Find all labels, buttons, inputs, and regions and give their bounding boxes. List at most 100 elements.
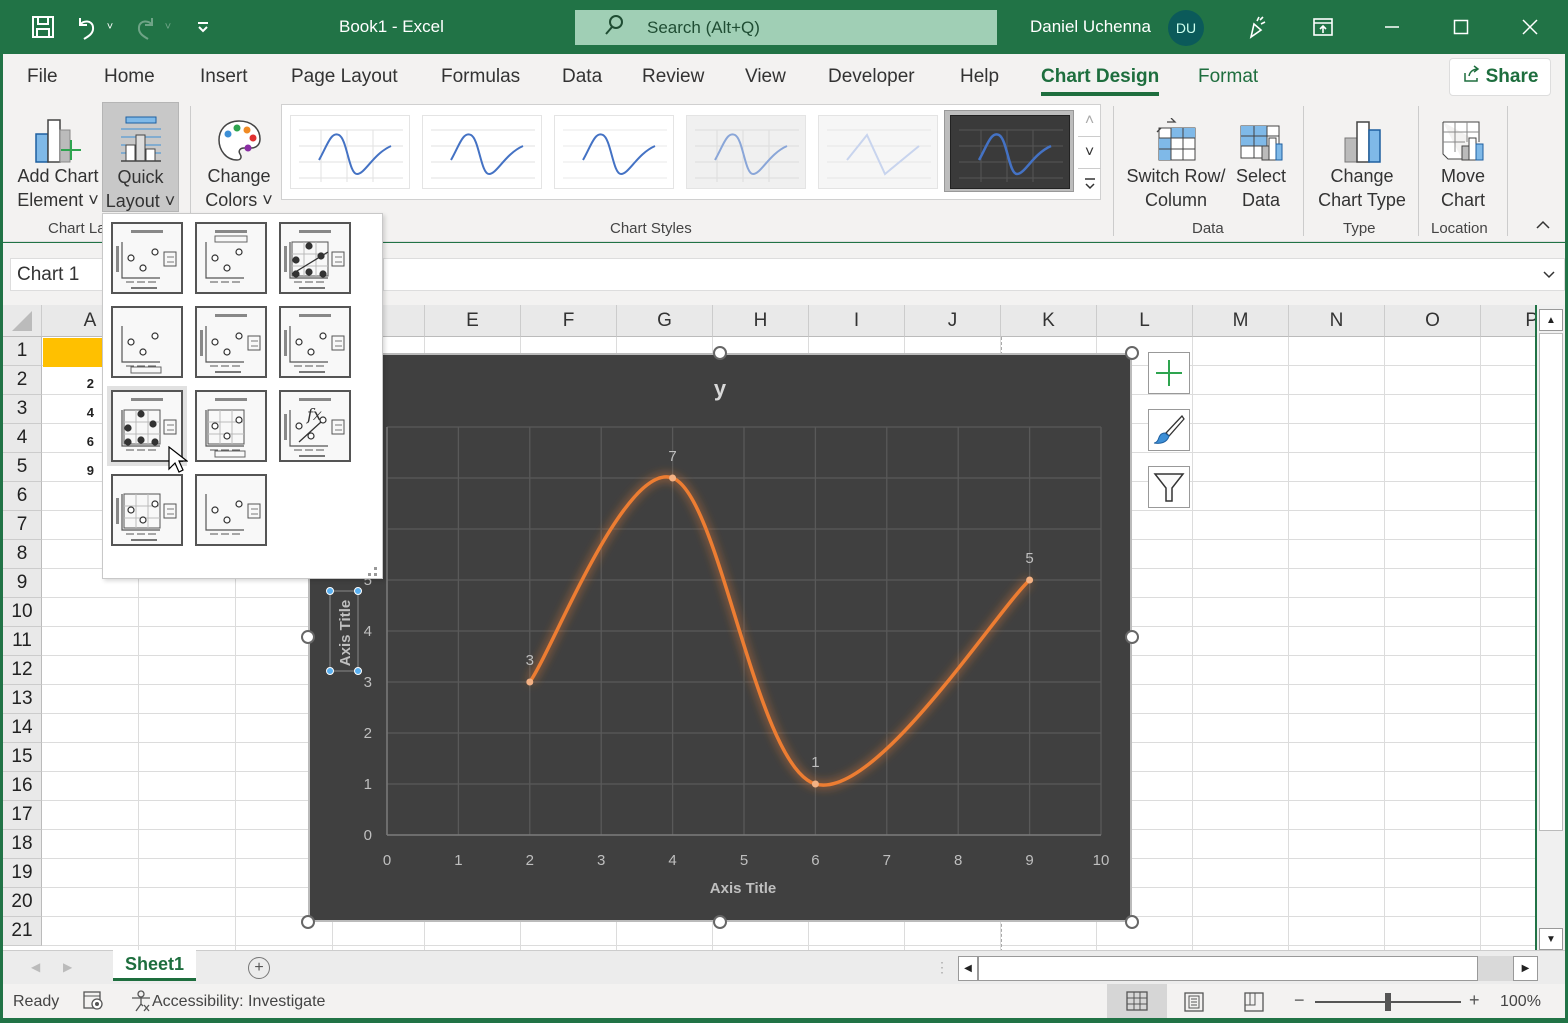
column-header-O[interactable]: O (1385, 305, 1481, 337)
row-header-5[interactable]: 5 (3, 453, 42, 482)
tab-file[interactable]: File (27, 66, 58, 88)
column-header-E[interactable]: E (425, 305, 521, 337)
column-header-H[interactable]: H (713, 305, 809, 337)
resize-handle-se[interactable] (1125, 915, 1139, 929)
chart-style-6[interactable] (950, 115, 1070, 189)
page-break-view-icon[interactable] (1243, 991, 1265, 1018)
scroll-left-icon[interactable]: ◀ (958, 956, 978, 981)
coauthoring-icon[interactable] (1234, 8, 1280, 46)
row-header-6[interactable]: 6 (3, 482, 42, 511)
chart-filters-button[interactable] (1148, 466, 1190, 508)
zoom-in-icon[interactable]: + (1469, 990, 1480, 1011)
row-header-1[interactable]: 1 (3, 337, 42, 366)
tab-help[interactable]: Help (960, 66, 999, 88)
column-header-P[interactable]: P (1481, 305, 1535, 337)
quick-layout-option-10[interactable] (111, 474, 183, 546)
selection-handle[interactable] (354, 587, 362, 595)
quick-layout-option-8[interactable] (195, 390, 267, 462)
row-header-20[interactable]: 20 (3, 888, 42, 917)
chart-title[interactable]: y (714, 376, 727, 401)
data-point[interactable] (1026, 576, 1034, 584)
data-point[interactable] (669, 474, 677, 482)
undo-icon[interactable] (72, 12, 102, 42)
gallery-scroll-up-icon[interactable]: ˄ (1078, 105, 1101, 137)
accessibility-icon[interactable] (130, 990, 152, 1017)
horizontal-scrollbar[interactable]: ◀ ▶ (958, 956, 1538, 981)
column-header-I[interactable]: I (809, 305, 905, 337)
tab-review[interactable]: Review (642, 66, 704, 88)
zoom-slider-thumb[interactable] (1385, 993, 1391, 1011)
row-header-12[interactable]: 12 (3, 656, 42, 685)
chart-style-5[interactable] (818, 115, 938, 189)
avatar[interactable]: DU (1168, 10, 1204, 46)
data-point[interactable] (811, 780, 819, 788)
resize-handle-e[interactable] (1125, 630, 1139, 644)
data-point[interactable] (526, 678, 534, 686)
gallery-expand-icon[interactable] (1078, 169, 1101, 199)
cell-A5[interactable]: 9 (43, 463, 94, 478)
zoom-level[interactable]: 100% (1500, 993, 1541, 1011)
quick-layout-option-9[interactable]: fx (279, 390, 351, 462)
tab-view[interactable]: View (745, 66, 786, 88)
save-icon[interactable] (28, 12, 58, 42)
row-header-11[interactable]: 11 (3, 627, 42, 656)
select-data-button[interactable]: Select Data (1229, 104, 1293, 210)
resize-grip-icon[interactable] (368, 564, 378, 576)
row-header-2[interactable]: 2 (3, 366, 42, 395)
quick-layout-button[interactable]: Quick Layout ˅ (102, 102, 179, 212)
page-layout-view-icon[interactable] (1183, 991, 1205, 1018)
quick-layout-option-3[interactable] (279, 222, 351, 294)
tab-home[interactable]: Home (104, 66, 155, 88)
quick-layout-option-5[interactable] (195, 306, 267, 378)
column-header-L[interactable]: L (1097, 305, 1193, 337)
vertical-scroll-thumb[interactable] (1539, 333, 1563, 831)
chart-style-2[interactable] (422, 115, 542, 189)
row-header-14[interactable]: 14 (3, 714, 42, 743)
column-header-G[interactable]: G (617, 305, 713, 337)
selection-handle[interactable] (326, 667, 334, 675)
selection-handle[interactable] (354, 667, 362, 675)
move-chart-button[interactable]: Move Chart (1423, 104, 1503, 210)
ribbon-display-options-icon[interactable] (1300, 8, 1346, 46)
scroll-up-icon[interactable]: ▲ (1539, 309, 1563, 331)
minimize-icon[interactable] (1369, 8, 1415, 46)
change-colors-button[interactable]: Change Colors ˅ (200, 104, 278, 210)
row-header-4[interactable]: 4 (3, 424, 42, 453)
quick-layout-option-4[interactable] (111, 306, 183, 378)
horizontal-scroll-thumb[interactable] (978, 956, 1478, 981)
tab-developer[interactable]: Developer (828, 66, 915, 88)
data-label[interactable]: 1 (811, 754, 819, 771)
row-header-7[interactable]: 7 (3, 511, 42, 540)
sheet-tab-sheet1[interactable]: Sheet1 (113, 950, 196, 981)
scroll-right-icon[interactable]: ▶ (1513, 956, 1538, 981)
row-header-8[interactable]: 8 (3, 540, 42, 569)
tab-formulas[interactable]: Formulas (441, 66, 520, 88)
customize-toolbar-icon[interactable] (188, 12, 218, 42)
chart-style-4[interactable] (686, 115, 806, 189)
collapse-ribbon-icon[interactable] (1535, 218, 1551, 236)
split-handle-icon[interactable]: ⋮ (935, 959, 949, 976)
tab-page-layout[interactable]: Page Layout (291, 66, 398, 88)
row-header-9[interactable]: 9 (3, 569, 42, 598)
row-header-21[interactable]: 21 (3, 917, 42, 946)
accessibility-status[interactable]: Accessibility: Investigate (152, 993, 325, 1011)
data-label[interactable]: 3 (526, 652, 534, 669)
tab-insert[interactable]: Insert (200, 66, 248, 88)
column-header-M[interactable]: M (1193, 305, 1289, 337)
gallery-scroll-down-icon[interactable]: ˅ (1078, 137, 1101, 169)
resize-handle-n[interactable] (713, 346, 727, 360)
vertical-scrollbar[interactable]: ▲ ▼ (1537, 305, 1565, 950)
row-header-17[interactable]: 17 (3, 801, 42, 830)
quick-layout-option-6[interactable] (279, 306, 351, 378)
share-button[interactable]: Share (1449, 58, 1551, 96)
resize-handle-s[interactable] (713, 915, 727, 929)
select-all-button[interactable] (3, 305, 42, 337)
column-header-F[interactable]: F (521, 305, 617, 337)
chart-styles-button[interactable] (1148, 409, 1190, 451)
scroll-down-icon[interactable]: ▼ (1539, 928, 1563, 950)
chart-style-3[interactable] (554, 115, 674, 189)
data-label[interactable]: 7 (668, 448, 676, 465)
switch-row-column-button[interactable]: Switch Row/ Column (1123, 104, 1229, 210)
quick-layout-option-11[interactable] (195, 474, 267, 546)
expand-formula-bar-icon[interactable] (1542, 267, 1556, 285)
